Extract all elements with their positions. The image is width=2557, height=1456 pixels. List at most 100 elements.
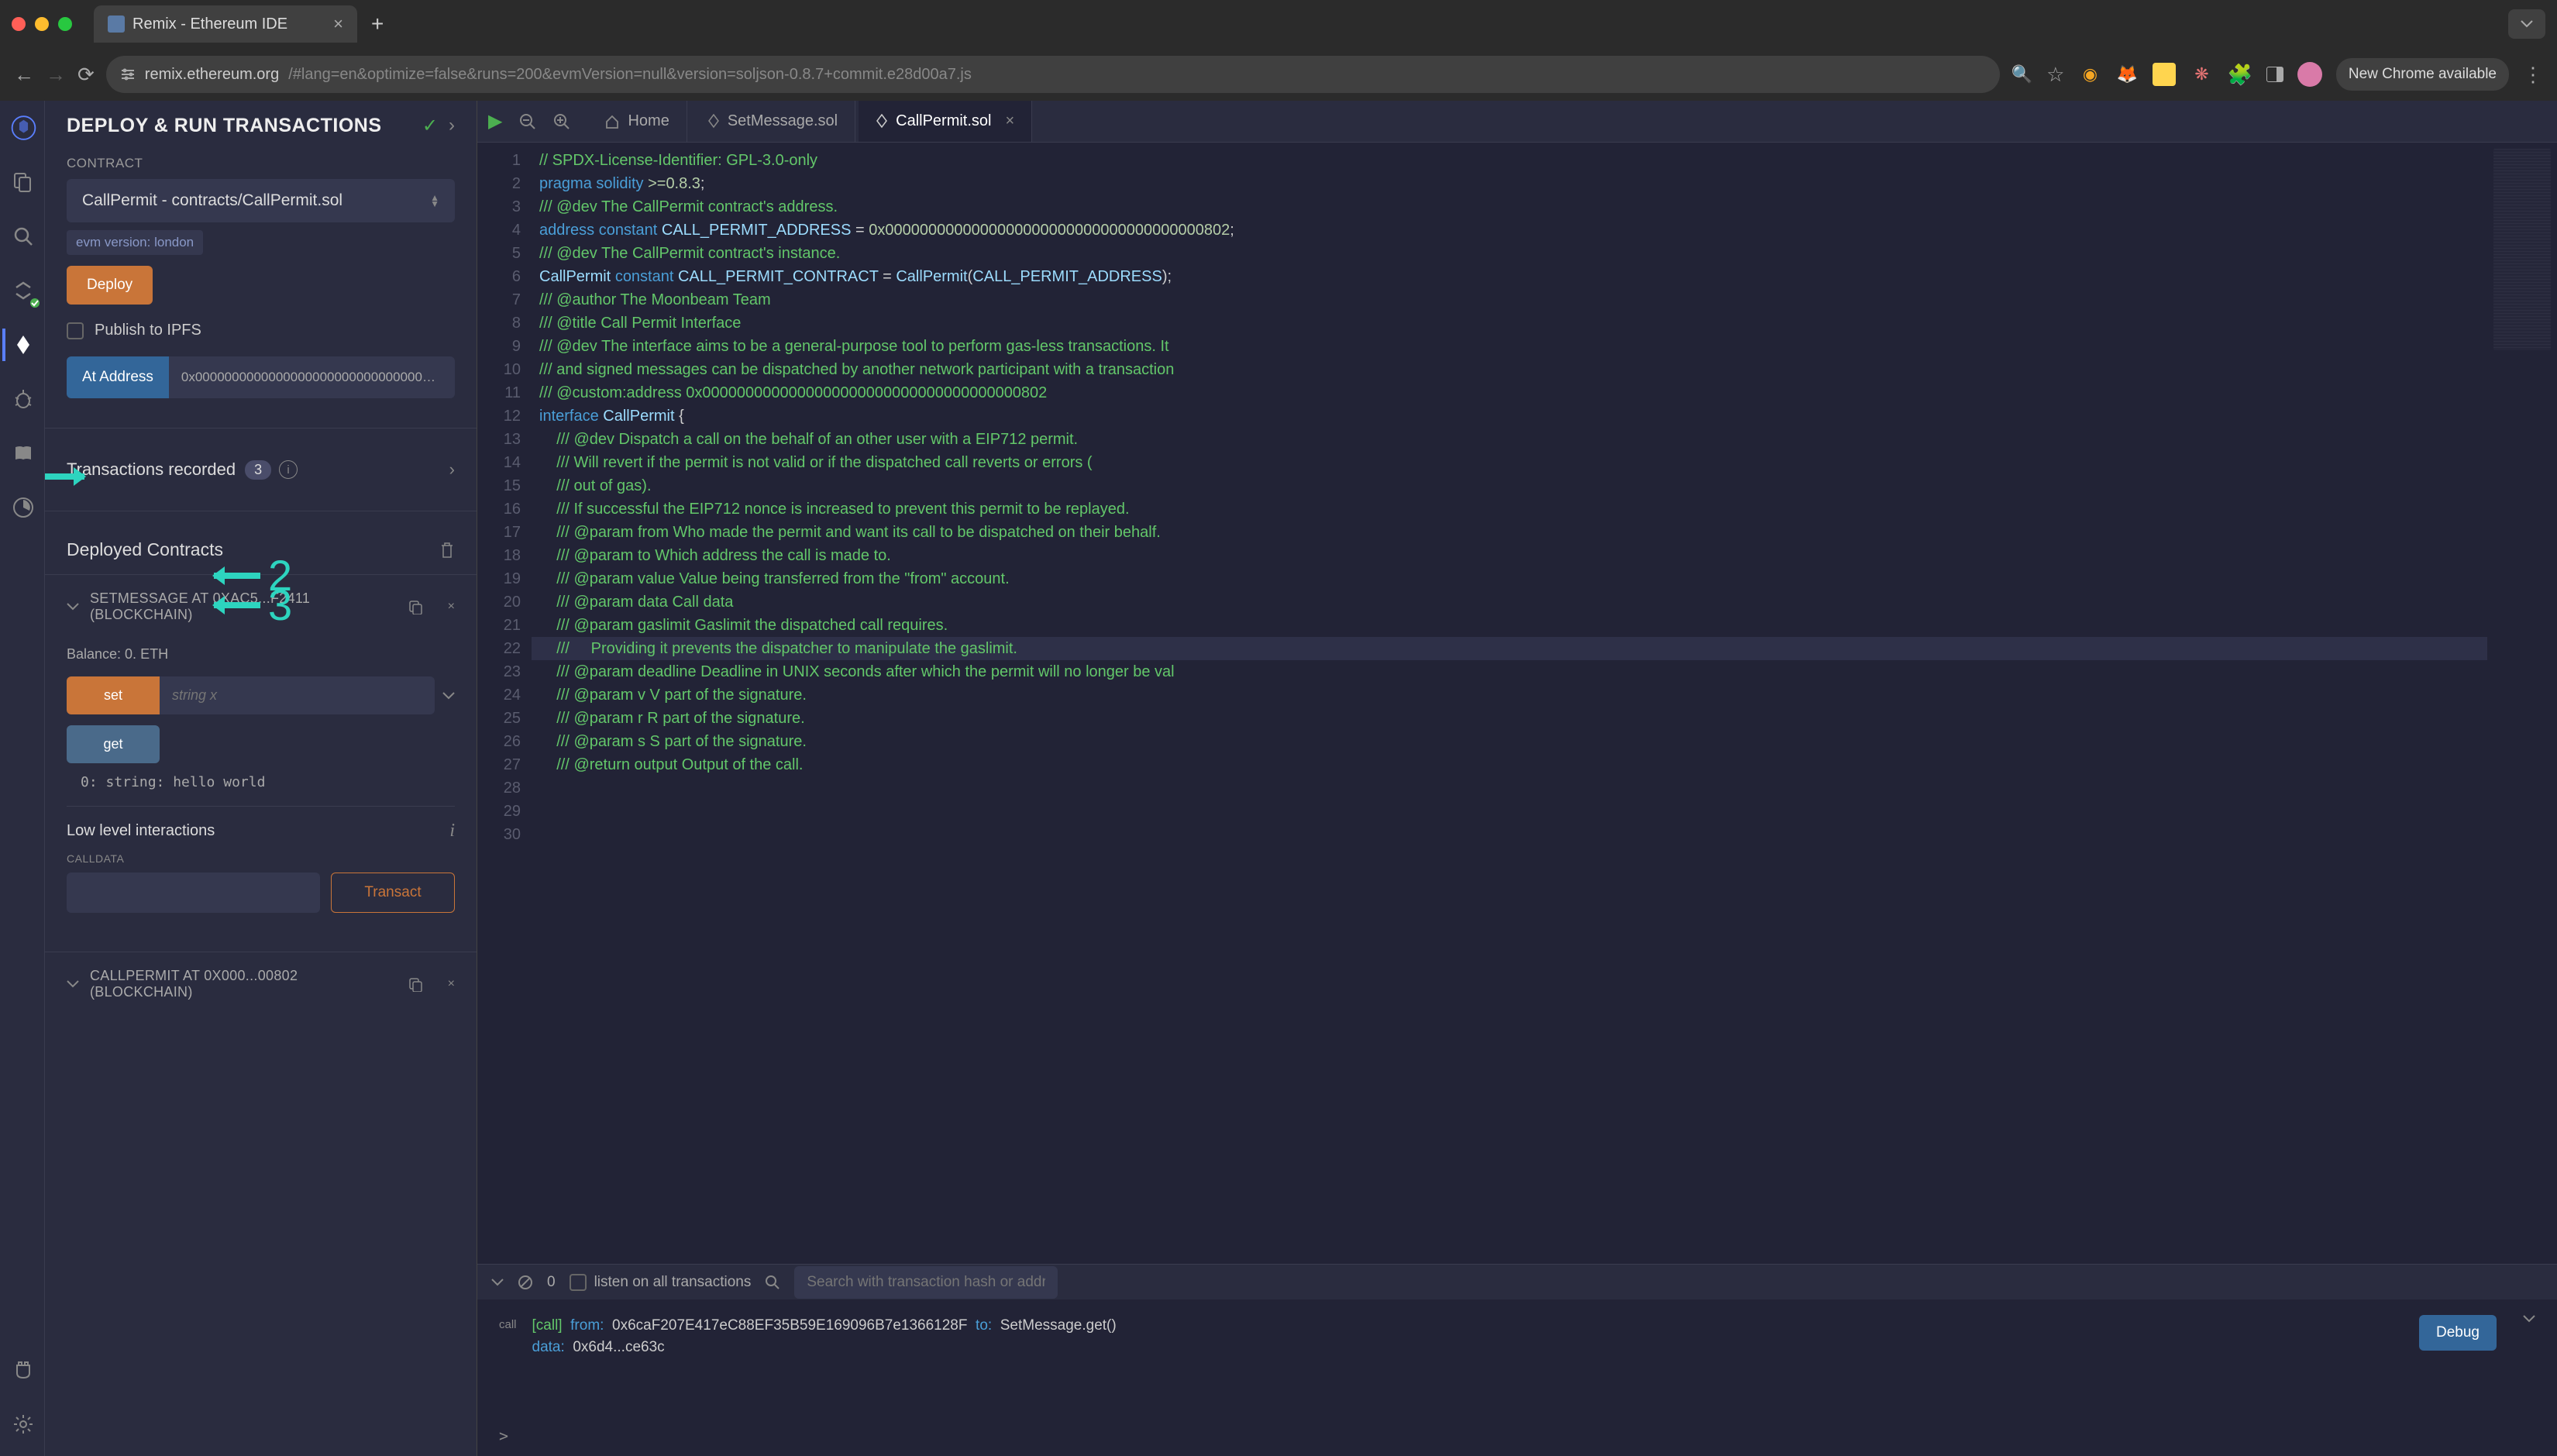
tab-close-icon[interactable]: × xyxy=(1005,112,1014,130)
chevron-right-icon[interactable]: › xyxy=(449,460,455,480)
ext-icon-metamask[interactable]: 🦊 xyxy=(2115,63,2139,86)
calldata-input[interactable] xyxy=(67,873,320,913)
side-panel-icon[interactable] xyxy=(2266,67,2283,82)
url-bar[interactable]: remix.ethereum.org/#lang=en&optimize=fal… xyxy=(106,56,2000,93)
editor-area: ▶ Home SetMessage.sol xyxy=(477,101,2557,1456)
info-icon[interactable]: i xyxy=(279,460,298,479)
zoom-out-icon[interactable] xyxy=(519,113,536,130)
contract-header-callpermit[interactable]: CALLPERMIT AT 0X000...00802 (BLOCKCHAIN)… xyxy=(45,952,477,1016)
fn-set-button[interactable]: set xyxy=(67,676,160,714)
debugger-icon[interactable] xyxy=(6,383,39,415)
panel-header: DEPLOY & RUN TRANSACTIONS ✓ › xyxy=(45,101,477,148)
new-tab-button[interactable]: + xyxy=(371,12,384,36)
copy-icon[interactable] xyxy=(408,599,423,614)
chevron-right-icon[interactable]: › xyxy=(449,115,455,137)
extensions-icon[interactable]: 🧩 xyxy=(2227,63,2252,87)
deployed-contract-setmessage: SETMESSAGE AT 0XAC5...F2411 (BLOCKCHAIN)… xyxy=(45,574,477,928)
deploy-run-icon[interactable] xyxy=(6,329,39,361)
publish-ipfs-row[interactable]: Publish to IPFS xyxy=(67,322,455,339)
tab-home[interactable]: Home xyxy=(587,101,687,142)
minimize-window[interactable] xyxy=(35,17,49,31)
chevron-down-icon[interactable] xyxy=(442,692,455,700)
at-address-button[interactable]: At Address xyxy=(67,356,169,398)
fn-set-input[interactable] xyxy=(160,676,435,714)
menu-icon[interactable]: ⋮ xyxy=(2523,63,2543,87)
url-host: remix.ethereum.org xyxy=(145,66,279,84)
compiler-icon[interactable] xyxy=(6,274,39,307)
profile-avatar[interactable] xyxy=(2297,62,2322,87)
browser-chrome: Remix - Ethereum IDE × + ← → ⟳ remix.eth… xyxy=(0,0,2557,101)
book-icon[interactable] xyxy=(6,437,39,470)
terminal-prompt[interactable]: > xyxy=(477,1416,2557,1456)
check-icon[interactable]: ✓ xyxy=(422,115,438,137)
chevron-down-icon[interactable] xyxy=(2523,1315,2535,1323)
transactions-recorded-row[interactable]: Transactions recorded 3 i › xyxy=(45,442,477,497)
ext-icon-3[interactable] xyxy=(2153,63,2176,86)
ext-icon-1[interactable]: ◉ xyxy=(2078,63,2101,86)
close-window[interactable] xyxy=(12,17,26,31)
contract-name: SETMESSAGE AT 0XAC5...F2411 (BLOCKCHAIN) xyxy=(90,590,397,623)
close-icon[interactable]: × xyxy=(448,977,455,991)
tab-bar: Remix - Ethereum IDE × + xyxy=(0,0,2557,48)
trash-icon[interactable] xyxy=(439,542,455,559)
ext-icon-4[interactable]: ❋ xyxy=(2190,63,2213,86)
chevron-down-icon[interactable] xyxy=(491,1279,504,1286)
select-arrows-icon: ▲▼ xyxy=(430,194,439,207)
tab-label: CallPermit.sol xyxy=(896,112,991,130)
close-icon[interactable]: × xyxy=(448,600,455,614)
at-address-input[interactable] xyxy=(169,356,455,398)
solidity-file-icon xyxy=(876,114,888,129)
nav-bar: ← → ⟳ remix.ethereum.org/#lang=en&optimi… xyxy=(0,48,2557,101)
tab-setmessage[interactable]: SetMessage.sol xyxy=(690,101,855,142)
tab-dropdown[interactable] xyxy=(2508,9,2545,39)
settings-icon[interactable] xyxy=(6,1408,39,1441)
evm-version-chip: evm version: london xyxy=(67,230,203,255)
contract-balance: Balance: 0. ETH xyxy=(67,646,455,663)
search-icon[interactable] xyxy=(6,220,39,253)
contract-header-setmessage[interactable]: SETMESSAGE AT 0XAC5...F2411 (BLOCKCHAIN)… xyxy=(45,575,477,639)
home-icon xyxy=(604,114,620,129)
tab-callpermit[interactable]: CallPermit.sol × xyxy=(859,101,1032,142)
log-tag: call xyxy=(499,1318,517,1331)
file-explorer-icon[interactable] xyxy=(6,166,39,198)
nav-forward-icon[interactable]: → xyxy=(46,63,66,87)
run-icon[interactable]: ▶ xyxy=(488,110,502,133)
window-controls[interactable] xyxy=(12,17,72,31)
bookmark-icon[interactable]: ☆ xyxy=(2046,63,2064,87)
clear-icon[interactable] xyxy=(518,1275,533,1290)
deployed-contracts-header: Deployed Contracts xyxy=(45,525,477,574)
remix-logo-icon[interactable] xyxy=(6,112,39,144)
plugin-icon[interactable] xyxy=(6,1354,39,1386)
publish-ipfs-checkbox[interactable] xyxy=(67,322,84,339)
transact-button[interactable]: Transact xyxy=(331,873,455,913)
nav-reload-icon[interactable]: ⟳ xyxy=(77,63,95,87)
search-icon[interactable] xyxy=(765,1275,780,1290)
terminal-search-input[interactable] xyxy=(794,1266,1058,1299)
copy-icon[interactable] xyxy=(408,976,423,992)
zoom-icon[interactable]: 🔍 xyxy=(2012,64,2032,84)
minimap[interactable] xyxy=(2487,143,2557,1264)
terminal-log-entry[interactable]: call [call] from: 0x6caF207E417eC88EF35B… xyxy=(499,1315,2535,1358)
chevron-down-icon xyxy=(67,603,79,611)
deployed-contract-callpermit: CALLPERMIT AT 0X000...00802 (BLOCKCHAIN)… xyxy=(45,952,477,1016)
site-settings-icon[interactable] xyxy=(120,67,136,82)
maximize-window[interactable] xyxy=(58,17,72,31)
calldata-label: CALLDATA xyxy=(67,852,455,865)
contract-select[interactable]: CallPermit - contracts/CallPermit.sol ▲▼ xyxy=(67,179,455,222)
code-content[interactable]: // SPDX-License-Identifier: GPL-3.0-only… xyxy=(532,143,2487,1264)
fn-get-button[interactable]: get xyxy=(67,725,160,763)
debug-button[interactable]: Debug xyxy=(2419,1315,2497,1351)
terminal-output: call [call] from: 0x6caF207E417eC88EF35B… xyxy=(477,1299,2557,1416)
analytics-icon[interactable] xyxy=(6,491,39,524)
zoom-in-icon[interactable] xyxy=(553,113,570,130)
nav-back-icon[interactable]: ← xyxy=(14,63,34,87)
deploy-button[interactable]: Deploy xyxy=(67,266,153,305)
tab-close-icon[interactable]: × xyxy=(333,14,343,34)
code-editor[interactable]: 1234567891011121314151617181920212223242… xyxy=(477,143,2557,1264)
new-chrome-button[interactable]: New Chrome available xyxy=(2336,58,2509,91)
info-icon[interactable]: i xyxy=(449,821,455,842)
browser-tab-active[interactable]: Remix - Ethereum IDE × xyxy=(94,5,357,43)
tab-label: Home xyxy=(628,112,669,130)
line-gutter: 1234567891011121314151617181920212223242… xyxy=(477,143,532,1264)
listen-checkbox[interactable] xyxy=(570,1274,587,1291)
